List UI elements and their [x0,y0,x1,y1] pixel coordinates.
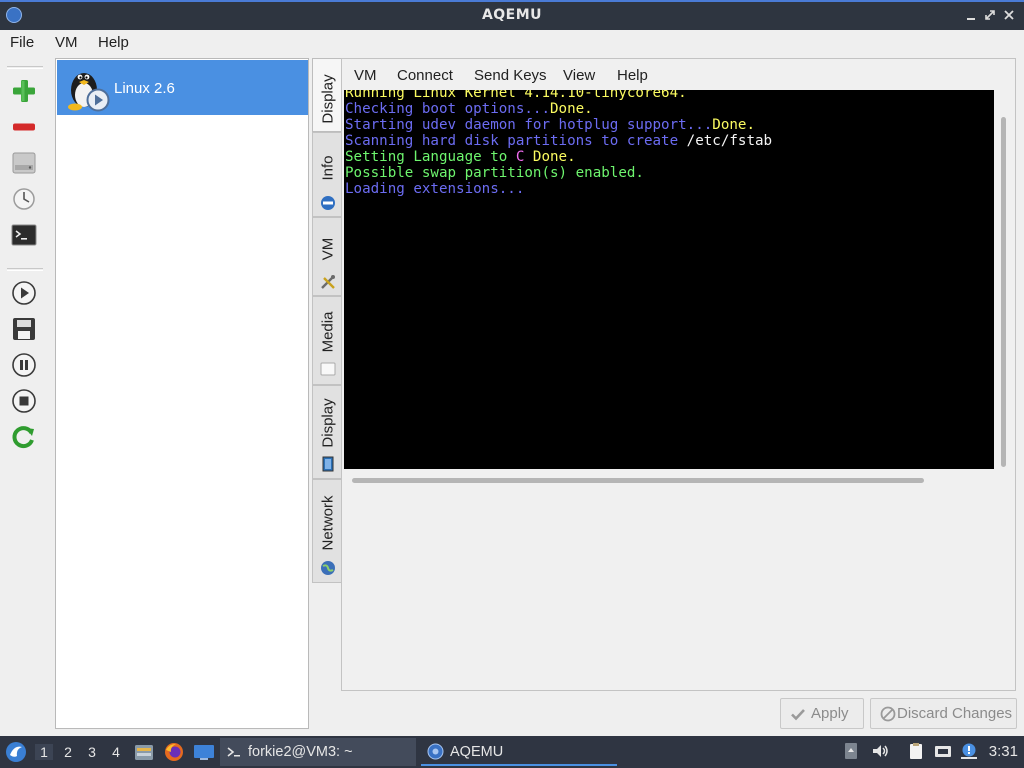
remove-vm-icon[interactable] [11,114,37,140]
console-line: Checking boot options...Done. [345,101,593,117]
info-icon [320,195,336,211]
workspace-1[interactable]: 1 [35,744,53,760]
discard-label: Discard Changes [897,705,1013,722]
save-icon[interactable] [11,316,37,342]
tab-label: Network [319,495,336,551]
apply-button[interactable]: Apply [780,698,864,729]
menubar: File VM Help [0,30,1024,56]
apply-label: Apply [811,705,849,722]
taskbar: 1 2 3 4 forkie2@VM3: ~ AQEMU 3:31 [0,736,1024,768]
tab-label: Display [319,398,336,448]
network-globe-icon [320,560,336,576]
tools-icon [320,274,336,290]
clock: 3:31 [988,743,1018,760]
tab-info[interactable]: Info [312,132,342,217]
clock-icon[interactable] [11,186,37,212]
console-text: Running Linux Kernel 4.14.10-tinycore64. [345,90,687,101]
vm-name: Linux 2.6 [114,80,175,97]
menu-vm[interactable]: VM [55,34,78,51]
clipboard-icon[interactable] [907,742,925,760]
console-line: Possible swap partition(s) enabled. [345,165,644,181]
vm-list[interactable]: Linux 2.6 [55,58,309,729]
task-label: forkie2@VM3: ~ [248,744,353,760]
tab-label: Info [319,155,336,181]
vertical-scrollbar[interactable] [1001,117,1006,467]
desktop-icon[interactable] [193,743,215,761]
workspace-4[interactable]: 4 [107,744,125,760]
console-text: Done. [550,101,593,117]
file-manager-icon[interactable] [134,742,154,762]
firefox-icon[interactable] [164,742,184,762]
workspace-2[interactable]: 2 [59,744,77,760]
vm-toolbar [0,58,50,458]
hard-disk-icon[interactable] [11,150,37,176]
tab-display-console[interactable]: Display [312,58,342,132]
menu-file[interactable]: File [10,34,34,51]
console-text: Done. [524,149,576,165]
monitor-icon [320,456,336,472]
media-icon [320,361,336,377]
tab-label: Media [319,311,336,353]
maximize-icon[interactable] [981,6,999,24]
cancel-icon [880,706,896,722]
vm-console-screen[interactable]: Running Linux Kernel 4.14.10-tinycore64.… [344,90,994,469]
vm-list-item[interactable]: Linux 2.6 [57,60,308,115]
console-text: Loading extensions... [345,181,525,197]
display-menu-help[interactable]: Help [617,67,648,84]
tab-vm[interactable]: VM [312,217,342,296]
display-menu-vm[interactable]: VM [354,67,377,84]
notification-alert-icon[interactable] [960,742,978,760]
tux-linux-icon [64,64,110,112]
aqemu-icon [427,743,444,760]
reset-icon[interactable] [11,424,37,450]
toolbar-separator [7,66,43,69]
volume-icon[interactable] [871,742,889,760]
toolbar-separator [7,268,43,271]
discard-changes-button[interactable]: Discard Changes [870,698,1017,729]
console-text: Checking boot options... [345,101,550,117]
display-panel: VM Connect Send Keys View Help Running L… [341,58,1016,691]
display-menu-view[interactable]: View [563,67,595,84]
console-text: /etc/fstab [686,133,773,149]
checkmark-icon [790,706,806,722]
horizontal-scrollbar[interactable] [352,478,924,483]
stop-icon[interactable] [11,388,37,414]
network-wired-icon[interactable] [934,742,952,760]
terminal-icon[interactable] [11,222,37,248]
console-text: Done. [712,117,756,133]
console-line: Loading extensions... [345,181,524,197]
console-text: Starting udev daemon for hotplug support… [345,117,713,133]
pause-icon[interactable] [11,352,37,378]
start-menu-icon[interactable] [5,741,27,763]
task-label: AQEMU [450,744,504,760]
tab-label: VM [319,237,336,261]
console-text: Scanning hard disk partitions to create [345,133,687,149]
tab-network[interactable]: Network [312,479,342,583]
tab-label: Display [319,74,336,124]
vertical-tab-bar: Display Info VM Media Display Network [312,58,342,583]
task-terminal[interactable]: forkie2@VM3: ~ [220,738,416,766]
menu-help[interactable]: Help [98,34,129,51]
window-titlebar[interactable]: AQEMU [0,0,1024,30]
play-icon[interactable] [11,280,37,306]
console-line: Scanning hard disk partitions to create … [345,133,772,149]
task-aqemu[interactable]: AQEMU [421,738,617,766]
console-text: Possible swap partition(s) enabled. [345,165,644,181]
close-icon[interactable] [1000,6,1018,24]
console-text: Setting Language to [345,149,516,165]
minimize-icon[interactable] [962,6,980,24]
workspace-3[interactable]: 3 [83,744,101,760]
add-vm-icon[interactable] [11,78,37,104]
tab-media[interactable]: Media [312,296,342,385]
console-line: Setting Language to C Done. [345,149,576,165]
console-line: Starting udev daemon for hotplug support… [345,117,755,133]
display-menu-connect[interactable]: Connect [397,67,453,84]
terminal-icon [226,744,242,760]
console-line: Running Linux Kernel 4.14.10-tinycore64. [345,90,687,101]
window-title: AQEMU [481,7,543,23]
tab-display[interactable]: Display [312,385,342,479]
tray-scroll-icon[interactable] [842,742,860,760]
display-menu-send-keys[interactable]: Send Keys [474,67,547,84]
